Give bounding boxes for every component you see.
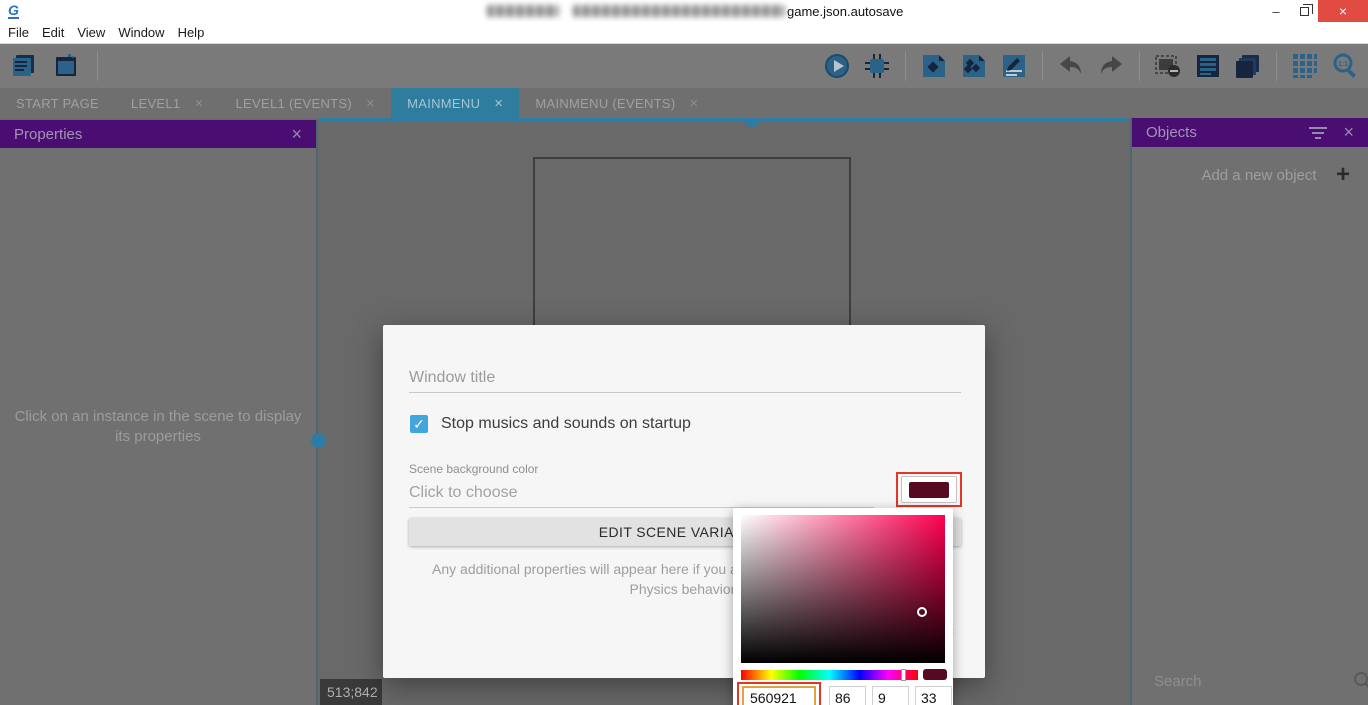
debug-icon[interactable] xyxy=(862,51,892,81)
stop-sounds-row[interactable]: ✓ Stop musics and sounds on startup xyxy=(410,415,691,433)
properties-panel: Properties × Click on an instance in the… xyxy=(0,120,318,705)
project-manager-icon[interactable] xyxy=(10,51,40,81)
color-cursor-icon[interactable] xyxy=(917,607,927,617)
close-panel-icon[interactable]: × xyxy=(291,124,302,145)
objects-list-icon[interactable] xyxy=(959,51,989,81)
picked-color-preview xyxy=(923,669,947,680)
click-target-annotation xyxy=(896,472,962,507)
toolbar: 1:1 xyxy=(0,44,1368,88)
close-window-button[interactable]: × xyxy=(1318,0,1368,22)
title-bar: G game.json.autosave – × xyxy=(0,0,1368,22)
objects-search xyxy=(1132,663,1368,699)
restore-button[interactable] xyxy=(1290,0,1318,22)
blue-input[interactable] xyxy=(915,686,952,705)
field-underline xyxy=(409,392,961,393)
hue-slider[interactable] xyxy=(741,670,918,680)
menu-file[interactable]: File xyxy=(8,25,40,40)
menu-edit[interactable]: Edit xyxy=(42,25,75,40)
toolbar-divider xyxy=(1276,51,1277,81)
checkbox-label: Stop musics and sounds on startup xyxy=(441,415,691,433)
redo-icon[interactable] xyxy=(1096,51,1126,81)
plus-icon[interactable]: + xyxy=(1336,163,1350,187)
redacted-title-segment xyxy=(573,5,785,17)
close-tab-icon[interactable]: × xyxy=(690,95,699,112)
checkbox-checked-icon[interactable]: ✓ xyxy=(410,415,428,433)
toolbar-divider xyxy=(97,51,98,81)
current-color-swatch xyxy=(909,482,949,498)
close-tab-icon[interactable]: × xyxy=(194,95,203,112)
search-input[interactable] xyxy=(1154,673,1353,690)
value-gradient xyxy=(741,515,945,663)
green-input[interactable] xyxy=(872,686,909,705)
restore-icon xyxy=(1300,7,1309,16)
toolbar-divider xyxy=(1042,51,1043,81)
cursor-coordinates-badge: 513;842 xyxy=(320,679,382,705)
filter-icon[interactable] xyxy=(1309,127,1327,139)
undo-icon[interactable] xyxy=(1056,51,1086,81)
document-title: game.json.autosave xyxy=(787,4,903,19)
minimize-button[interactable]: – xyxy=(1262,0,1290,22)
toolbar-divider xyxy=(905,51,906,81)
saturation-value-area[interactable] xyxy=(741,515,945,663)
menu-bar: File Edit View Window Help xyxy=(0,22,1368,44)
menu-help[interactable]: Help xyxy=(178,25,216,40)
redacted-title-segment xyxy=(487,5,559,17)
zoom-1-1-icon[interactable]: 1:1 xyxy=(1330,51,1360,81)
window-title: game.json.autosave xyxy=(487,0,903,22)
main-area: Properties × Click on an instance in the… xyxy=(0,118,1368,705)
play-preview-icon[interactable] xyxy=(822,51,852,81)
drag-handle-icon[interactable] xyxy=(744,118,760,127)
menu-window[interactable]: Window xyxy=(118,25,175,40)
scene-bg-color-label: Scene background color xyxy=(409,462,538,476)
add-object-icon[interactable] xyxy=(919,51,949,81)
tab-start-page[interactable]: START PAGE xyxy=(0,88,115,118)
close-tab-icon[interactable]: × xyxy=(494,95,503,112)
tab-level1-events[interactable]: LEVEL1 (EVENTS)× xyxy=(220,88,392,118)
menu-view[interactable]: View xyxy=(77,25,116,40)
panel-resize-handle-icon[interactable] xyxy=(311,433,326,448)
close-panel-icon[interactable]: × xyxy=(1343,122,1354,143)
click-target-annotation xyxy=(737,682,821,705)
layers-icon[interactable] xyxy=(1233,51,1263,81)
hue-slider-handle[interactable] xyxy=(901,669,906,681)
color-swatch-button[interactable] xyxy=(901,476,957,503)
app-window: G game.json.autosave – × File Edit View … xyxy=(0,0,1368,705)
tab-mainmenu[interactable]: MAINMENU× xyxy=(391,88,519,118)
panel-title: Objects xyxy=(1146,124,1309,141)
toolbar-divider xyxy=(1139,51,1140,81)
red-input[interactable] xyxy=(829,686,866,705)
grid-icon[interactable] xyxy=(1290,51,1320,81)
search-icon xyxy=(1353,671,1368,691)
properties-empty-message: Click on an instance in the scene to dis… xyxy=(0,407,316,447)
add-object-row[interactable]: Add a new object + xyxy=(1132,163,1368,187)
tab-mainmenu-events[interactable]: MAINMENU (EVENTS)× xyxy=(519,88,714,118)
panel-title: Properties xyxy=(14,126,291,143)
objects-panel-header: Objects × xyxy=(1132,118,1368,147)
gdevelop-logo-icon: G xyxy=(8,3,19,19)
color-picker-popup: Hex R G B xyxy=(733,508,953,705)
tab-level1[interactable]: LEVEL1× xyxy=(115,88,220,118)
editor-tabs: START PAGE LEVEL1× LEVEL1 (EVENTS)× MAIN… xyxy=(0,88,1368,118)
close-tab-icon[interactable]: × xyxy=(366,95,375,112)
toggle-mask-icon[interactable] xyxy=(1153,51,1183,81)
hex-input[interactable] xyxy=(742,686,816,705)
scene-bg-color-field[interactable]: Click to choose xyxy=(409,484,518,502)
add-object-label: Add a new object xyxy=(1182,167,1336,184)
edit-scene-properties-icon[interactable] xyxy=(999,51,1029,81)
objects-panel: Objects × Add a new object + xyxy=(1130,118,1368,705)
window-title-field[interactable]: Window title xyxy=(409,369,495,387)
properties-panel-header: Properties × xyxy=(0,120,316,148)
instances-list-icon[interactable] xyxy=(1193,51,1223,81)
start-page-icon[interactable] xyxy=(52,51,82,81)
canvas-top-border xyxy=(320,118,1128,121)
svg-text:1:1: 1:1 xyxy=(1338,61,1348,68)
